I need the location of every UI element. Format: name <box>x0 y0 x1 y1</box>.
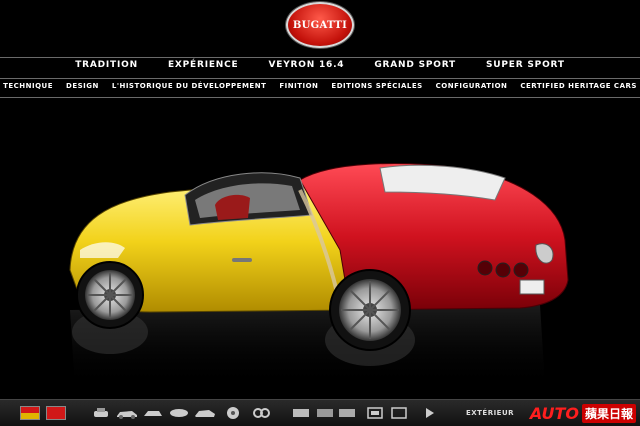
swatch-icon <box>20 406 40 420</box>
subnav-historique[interactable]: L'HISTORIQUE DU DÉVELOPPEMENT <box>112 82 267 96</box>
nav-veyron[interactable]: VEYRON 16.4 <box>268 60 344 78</box>
bottom-toolbar: EXTÉRIEUR AUTO 蘋果日報 <box>0 399 640 426</box>
wheel-icon <box>227 407 239 419</box>
car-front-view-icon <box>94 408 108 417</box>
watermark: AUTO 蘋果日報 <box>530 404 636 423</box>
color-swatch-red[interactable] <box>46 405 66 421</box>
car-rear-view-icon <box>144 411 162 416</box>
wheel-button[interactable] <box>222 405 244 421</box>
screen-alt-button[interactable] <box>388 405 410 421</box>
watermark-auto: AUTO <box>529 404 579 423</box>
subnav-finition[interactable]: FINITION <box>279 82 318 96</box>
car-image <box>69 163 569 388</box>
bugatti-logo[interactable]: BUGATTI <box>286 2 354 48</box>
fullscreen-button[interactable] <box>336 405 358 421</box>
color-swatch-red-yellow[interactable] <box>20 405 40 421</box>
nav-super-sport[interactable]: SUPER SPORT <box>486 60 565 78</box>
nav-tradition[interactable]: TRADITION <box>75 60 138 78</box>
view-3q-button[interactable] <box>194 405 216 421</box>
car-side-view-icon <box>117 411 137 419</box>
screen-icon <box>391 407 407 419</box>
gallery-button[interactable] <box>314 405 336 421</box>
play-button[interactable] <box>418 405 440 421</box>
subnav-heritage[interactable]: CERTIFIED HERITAGE CARS <box>520 82 637 96</box>
car-viewer[interactable] <box>0 100 640 390</box>
view-label: EXTÉRIEUR <box>465 409 515 417</box>
interior-button[interactable] <box>250 405 272 421</box>
secondary-nav: TECHNIQUE DESIGN L'HISTORIQUE DU DÉVELOP… <box>0 82 640 96</box>
primary-nav: TRADITION EXPÉRIENCE VEYRON 16.4 GRAND S… <box>0 60 640 78</box>
play-icon <box>426 408 434 418</box>
gallery-icon <box>317 409 333 417</box>
divider-bottom <box>0 97 640 98</box>
view-exterior-button[interactable]: EXTÉRIEUR <box>460 405 520 421</box>
car-3q-view-icon <box>195 410 215 417</box>
view-top-button[interactable] <box>168 405 190 421</box>
screen-button[interactable] <box>364 405 386 421</box>
engine-button[interactable] <box>290 405 312 421</box>
view-rear-button[interactable] <box>142 405 164 421</box>
interior-icon <box>253 408 270 418</box>
subnav-technique[interactable]: TECHNIQUE <box>3 82 53 96</box>
view-side-button[interactable] <box>116 405 138 421</box>
watermark-news: 蘋果日報 <box>581 404 636 423</box>
logo-text: BUGATTI <box>292 19 348 31</box>
divider-top <box>0 57 640 58</box>
swatch-icon <box>46 406 66 420</box>
subnav-design[interactable]: DESIGN <box>66 82 99 96</box>
screen-icon <box>367 407 383 419</box>
subnav-editions[interactable]: EDITIONS SPÉCIALES <box>331 82 422 96</box>
subnav-configuration[interactable]: CONFIGURATION <box>436 82 508 96</box>
view-front-button[interactable] <box>90 405 112 421</box>
fullscreen-icon <box>339 409 355 417</box>
nav-experience[interactable]: EXPÉRIENCE <box>168 60 239 78</box>
car-top-view-icon <box>170 409 188 417</box>
divider-mid <box>0 78 640 79</box>
engine-icon <box>293 409 309 417</box>
logo-area: BUGATTI <box>0 2 640 52</box>
nav-grand-sport[interactable]: GRAND SPORT <box>374 60 456 78</box>
